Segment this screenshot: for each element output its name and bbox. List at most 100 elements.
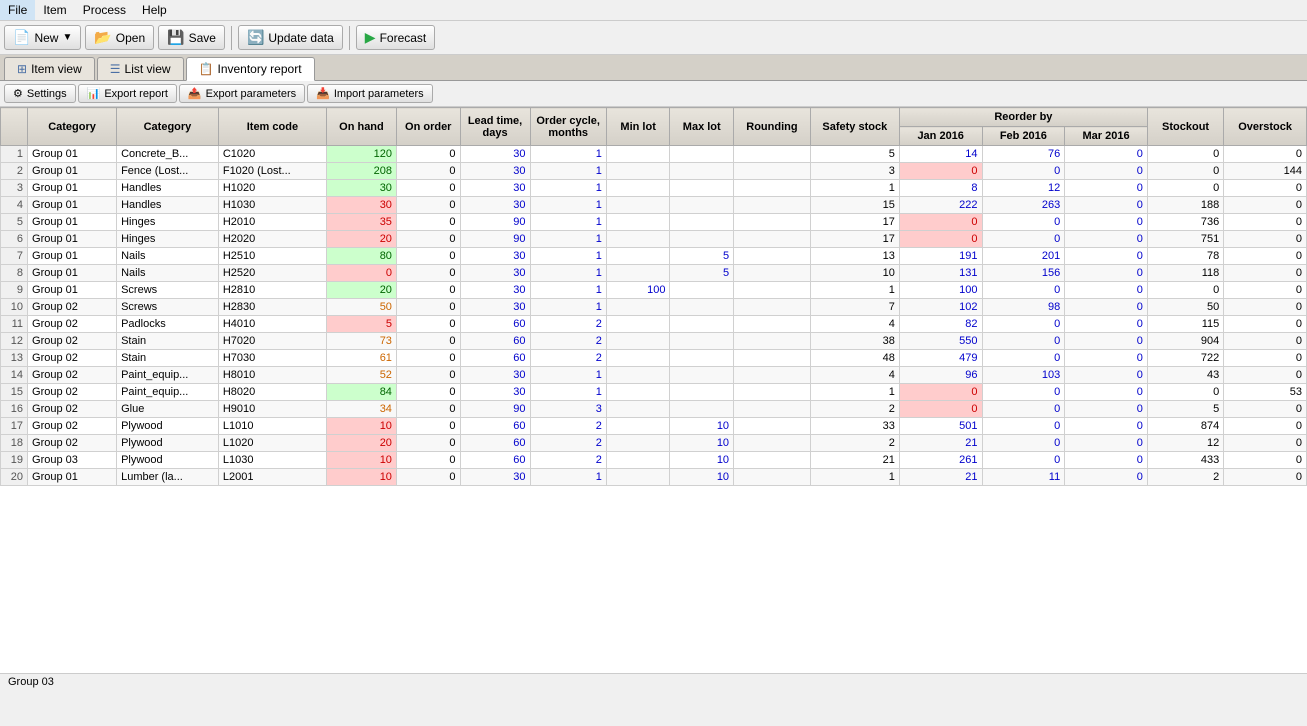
table-row[interactable]: 11Group 02PadlocksH401050602482001150: [1, 316, 1307, 333]
cell-cat2: Plywood: [117, 435, 219, 452]
cell-order-cycle: 1: [530, 197, 606, 214]
new-dropdown-icon[interactable]: ▼: [62, 32, 72, 43]
cell-feb: 0: [982, 435, 1065, 452]
cell-num: 20: [1, 469, 28, 486]
table-row[interactable]: 12Group 02StainH702073060238550009040: [1, 333, 1307, 350]
cell-jan: 8: [899, 180, 982, 197]
col-safety-stock: Safety stock: [810, 108, 899, 146]
cell-jan: 501: [899, 418, 982, 435]
cell-on-order: 0: [396, 367, 460, 384]
cell-stockout: 115: [1147, 316, 1223, 333]
cell-max-lot: [670, 333, 734, 350]
menu-process[interactable]: Process: [75, 0, 134, 20]
cell-overstock: 53: [1224, 384, 1307, 401]
cell-lead-time: 30: [460, 248, 530, 265]
cell-mar: 0: [1065, 146, 1148, 163]
cell-overstock: 0: [1224, 265, 1307, 282]
cell-rounding: [734, 231, 811, 248]
menu-file[interactable]: File: [0, 0, 35, 20]
cell-lead-time: 30: [460, 384, 530, 401]
cell-feb: 103: [982, 367, 1065, 384]
col-lead-time: Lead time, days: [460, 108, 530, 146]
col-on-order: On order: [396, 108, 460, 146]
cell-order-cycle: 3: [530, 401, 606, 418]
cell-overstock: 0: [1224, 401, 1307, 418]
cell-order-cycle: 2: [530, 316, 606, 333]
col-cat1: Category: [28, 108, 117, 146]
cell-item-code: H4010: [218, 316, 326, 333]
cell-cat1: Group 01: [28, 180, 117, 197]
cell-mar: 0: [1065, 231, 1148, 248]
cell-min-lot: [606, 469, 670, 486]
settings-button[interactable]: ⚙ Settings: [4, 84, 76, 103]
cell-min-lot: [606, 197, 670, 214]
cell-on-order: 0: [396, 163, 460, 180]
table-row[interactable]: 16Group 02GlueH9010340903200050: [1, 401, 1307, 418]
cell-mar: 0: [1065, 299, 1148, 316]
menu-help[interactable]: Help: [134, 0, 175, 20]
table-row[interactable]: 10Group 02ScrewsH28305003017102980500: [1, 299, 1307, 316]
cell-stockout: 12: [1147, 435, 1223, 452]
menu-item[interactable]: Item: [35, 0, 74, 20]
new-icon: 📄: [13, 29, 30, 46]
table-row[interactable]: 14Group 02Paint_equip...H801052030149610…: [1, 367, 1307, 384]
table-row[interactable]: 7Group 01NailsH25108003015131912010780: [1, 248, 1307, 265]
export-params-button[interactable]: 📤 Export parameters: [179, 84, 305, 103]
tab-inventory-report[interactable]: 📋 Inventory report: [186, 57, 315, 81]
import-params-button[interactable]: 📥 Import parameters: [307, 84, 433, 103]
table-row[interactable]: 17Group 02PlywoodL1010100602103350100874…: [1, 418, 1307, 435]
cell-mar: 0: [1065, 350, 1148, 367]
cell-cat2: Screws: [117, 299, 219, 316]
cell-on-order: 0: [396, 248, 460, 265]
cell-rounding: [734, 282, 811, 299]
cell-cat1: Group 01: [28, 214, 117, 231]
table-row[interactable]: 13Group 02StainH703061060248479007220: [1, 350, 1307, 367]
cell-safety-stock: 2: [810, 401, 899, 418]
table-row[interactable]: 1Group 01Concrete_B...C10201200301514760…: [1, 146, 1307, 163]
update-button[interactable]: 🔄 Update data: [238, 25, 343, 50]
cell-item-code: H8020: [218, 384, 326, 401]
table-row[interactable]: 2Group 01Fence (Lost...F1020 (Lost...208…: [1, 163, 1307, 180]
cell-num: 3: [1, 180, 28, 197]
table-row[interactable]: 15Group 02Paint_equip...H802084030110000…: [1, 384, 1307, 401]
table-row[interactable]: 3Group 01HandlesH10203003011812000: [1, 180, 1307, 197]
table-row[interactable]: 8Group 01NailsH25200030151013115601180: [1, 265, 1307, 282]
table-container[interactable]: Category Category Item code On hand On o…: [0, 107, 1307, 673]
cell-lead-time: 30: [460, 146, 530, 163]
new-button[interactable]: 📄 New ▼: [4, 25, 81, 50]
toolbar: 📄 New ▼ 📂 Open 💾 Save 🔄 Update data ▶ Fo…: [0, 21, 1307, 55]
cell-rounding: [734, 316, 811, 333]
save-button[interactable]: 💾 Save: [158, 25, 225, 50]
export-report-button[interactable]: 📊 Export report: [78, 84, 177, 103]
cell-cat2: Handles: [117, 197, 219, 214]
table-row[interactable]: 5Group 01HingesH2010350901170007360: [1, 214, 1307, 231]
table-row[interactable]: 4Group 01HandlesH10303003011522226301880: [1, 197, 1307, 214]
forecast-button[interactable]: ▶ Forecast: [356, 25, 435, 50]
cell-cat1: Group 01: [28, 231, 117, 248]
export-params-icon: 📤: [188, 87, 202, 100]
cell-mar: 0: [1065, 469, 1148, 486]
open-button[interactable]: 📂 Open: [85, 25, 154, 50]
table-row[interactable]: 18Group 02PlywoodL10202006021022100120: [1, 435, 1307, 452]
cell-feb: 0: [982, 452, 1065, 469]
cell-item-code: H2510: [218, 248, 326, 265]
cell-mar: 0: [1065, 265, 1148, 282]
table-row[interactable]: 20Group 01Lumber (la...L2001100301101211…: [1, 469, 1307, 486]
table-row[interactable]: 9Group 01ScrewsH281020030110011000000: [1, 282, 1307, 299]
cell-min-lot: [606, 214, 670, 231]
cell-cat1: Group 01: [28, 248, 117, 265]
tab-list-view[interactable]: ☰ List view: [97, 57, 184, 80]
cell-on-order: 0: [396, 214, 460, 231]
table-row[interactable]: 6Group 01HingesH2020200901170007510: [1, 231, 1307, 248]
tab-item-view[interactable]: ⊞ Item view: [4, 57, 95, 80]
cell-overstock: 0: [1224, 469, 1307, 486]
cell-num: 1: [1, 146, 28, 163]
cell-on-hand: 20: [326, 435, 396, 452]
cell-cat2: Concrete_B...: [117, 146, 219, 163]
cell-safety-stock: 38: [810, 333, 899, 350]
cell-cat2: Fence (Lost...: [117, 163, 219, 180]
col-rounding: Rounding: [734, 108, 811, 146]
cell-mar: 0: [1065, 282, 1148, 299]
cell-jan: 0: [899, 231, 982, 248]
table-row[interactable]: 19Group 03PlywoodL1030100602102126100433…: [1, 452, 1307, 469]
